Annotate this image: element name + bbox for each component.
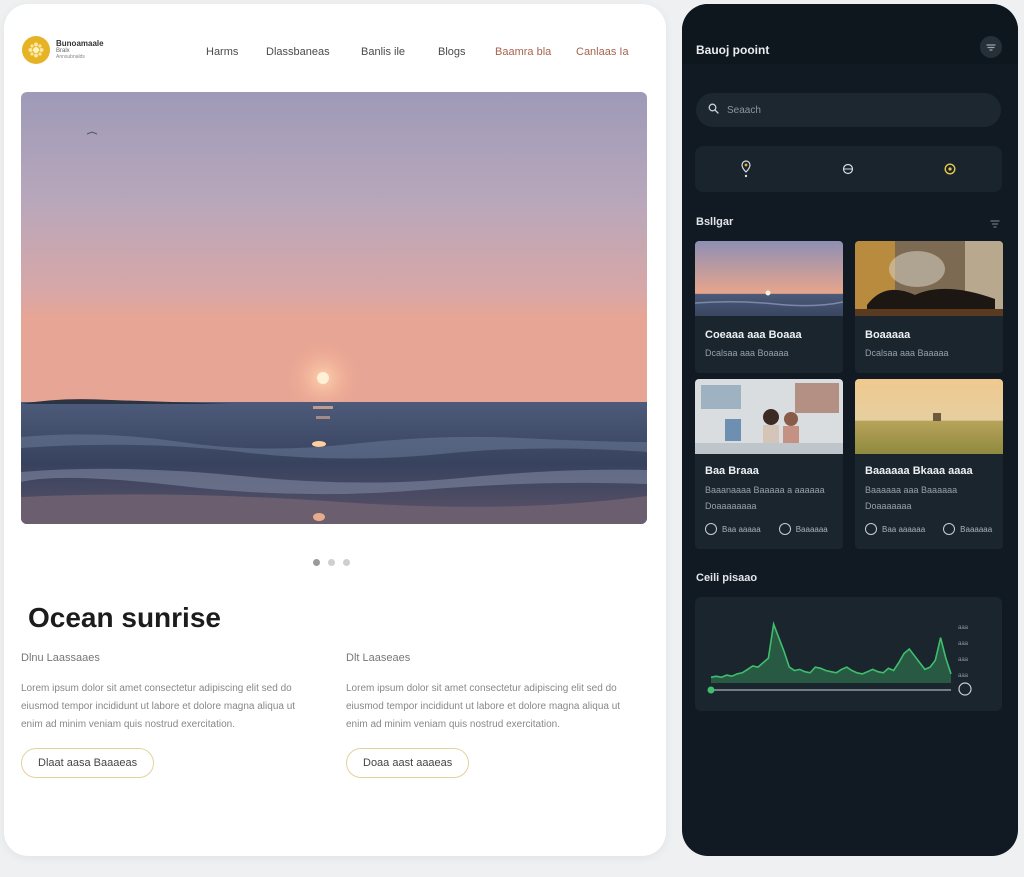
tile-title: Boaaaaa xyxy=(865,329,911,341)
share-action[interactable]: Baaaaaa xyxy=(778,523,828,535)
share-icon xyxy=(943,523,956,535)
activity-chart-card: aaa aaa aaa aaa xyxy=(695,597,1002,711)
tile-image xyxy=(855,379,1003,454)
column-body: Lorem ipsum dolor sit amet consectetur a… xyxy=(346,683,621,730)
quick-icons-bar xyxy=(695,146,1002,192)
nav-link-blogs[interactable]: Blogs xyxy=(438,46,466,58)
panel-header: Bauoj pooint xyxy=(682,4,1018,64)
share-action[interactable]: Baaaaaa xyxy=(943,523,992,535)
gallery-tile[interactable]: Boaaaaa Dcalsaa aaa Baaaaa xyxy=(855,241,1003,373)
panel-title: Bauoj pooint xyxy=(696,43,770,57)
tile-meta: Dcalsaa aaa Boaaaa xyxy=(705,348,789,358)
chart-y-tick-label: aaa xyxy=(958,625,969,631)
chart-play-icon[interactable] xyxy=(958,682,972,696)
nav-link-home[interactable]: Harms xyxy=(206,46,238,58)
nav-link-services[interactable]: Banlis ile xyxy=(361,46,405,58)
action-label: Baa aaaaaa xyxy=(882,524,926,534)
tile-actions: Baa aaaaaa Baaaaaa xyxy=(865,523,992,535)
chart-y-tick-label: aaa xyxy=(958,657,969,663)
tile-title: Baaaaaa Bkaaa aaaa xyxy=(865,465,973,477)
carousel-dot[interactable] xyxy=(328,559,335,566)
carousel-dot[interactable] xyxy=(313,559,320,566)
like-action[interactable]: Baa aaaaaa xyxy=(865,523,925,535)
like-action[interactable]: Baa aaaaa xyxy=(705,523,761,535)
tile-actions: Baa aaaaa Baaaaaa xyxy=(705,523,828,535)
content-column-2: Dlt Laaseaes Lorem ipsum dolor sit amet … xyxy=(346,652,641,778)
like-icon xyxy=(865,523,877,535)
location-pin-icon[interactable] xyxy=(735,158,757,180)
search-icon xyxy=(708,101,719,119)
carousel-dot[interactable] xyxy=(343,559,350,566)
section-heading-chart: Ceili pisaao xyxy=(696,572,758,584)
tile-title: Baa Braaa xyxy=(705,465,759,477)
tile-meta: Dcalsaa aaa Baaaaa xyxy=(865,348,949,358)
globe-icon[interactable] xyxy=(837,158,859,180)
tile-meta: Doaaaaaaaa xyxy=(705,501,757,511)
activity-chart: aaa aaa aaa aaa xyxy=(707,620,972,696)
side-panel: Bauoj pooint Bsllgar Coeaaa aaa Boaaa xyxy=(682,4,1018,856)
nav-link-contact[interactable]: Canlaas Ia xyxy=(576,46,629,58)
column-2-button[interactable]: Doaa aast aaaeas xyxy=(346,748,470,778)
search-input[interactable] xyxy=(727,104,967,116)
nav-link-destinations[interactable]: Dlassbaneas xyxy=(266,46,330,58)
top-nav: Harms Dlassbaneas Banlis ile Blogs Baamr… xyxy=(4,46,666,62)
search-bar xyxy=(696,93,1001,127)
gallery-tile[interactable]: Baa Braaa Baaanaaaa Baaaaa a aaaaaa Doaa… xyxy=(695,379,843,549)
tile-image xyxy=(855,241,1003,316)
tile-image xyxy=(695,241,843,316)
action-label: Baaaaaa xyxy=(960,524,993,534)
tile-image xyxy=(695,379,843,454)
main-card: Bunoamaale Bralx Annsubnalds Harms Dlass… xyxy=(4,4,666,856)
column-heading: Dlnu Laassaaes xyxy=(21,652,100,664)
tile-meta: Doaaaaaaa xyxy=(865,501,912,511)
section-heading-gallery: Bsllgar xyxy=(696,216,734,228)
chart-y-tick-label: aaa xyxy=(958,673,969,679)
action-label: Baaaaaa xyxy=(795,524,828,534)
star-icon[interactable] xyxy=(939,158,961,180)
column-heading: Dlt Laaseaes xyxy=(346,652,411,664)
share-icon xyxy=(778,523,791,535)
chart-scrubber-handle[interactable] xyxy=(707,686,715,694)
chart-area xyxy=(711,624,951,683)
gallery-tile[interactable]: Baaaaaa Bkaaa aaaa Baaaaaa aaa Baaaaaa D… xyxy=(855,379,1003,549)
filter-icon[interactable] xyxy=(990,216,1000,234)
nav-link-about[interactable]: Baamra bla xyxy=(495,46,551,58)
gallery-tile[interactable]: Coeaaa aaa Boaaa Dcalsaa aaa Boaaaa xyxy=(695,241,843,373)
chart-y-tick-label: aaa xyxy=(958,641,969,647)
menu-icon[interactable] xyxy=(980,36,1002,58)
column-body: Lorem ipsum dolor sit amet consectetur a… xyxy=(21,683,296,730)
hero-image xyxy=(21,92,647,524)
like-icon xyxy=(705,523,717,535)
action-label: Baa aaaaa xyxy=(722,524,761,534)
content-column-1: Dlnu Laassaaes Lorem ipsum dolor sit ame… xyxy=(21,652,316,778)
tile-meta: Baaanaaaa Baaaaa a aaaaaa xyxy=(705,485,825,495)
tile-title: Coeaaa aaa Boaaa xyxy=(705,329,802,341)
carousel-dots xyxy=(313,559,350,566)
page-title: Ocean sunrise xyxy=(28,602,221,633)
column-1-button[interactable]: Dlaat aasa Baaaeas xyxy=(21,748,155,778)
tile-meta: Baaaaaa aaa Baaaaaa xyxy=(865,485,958,495)
